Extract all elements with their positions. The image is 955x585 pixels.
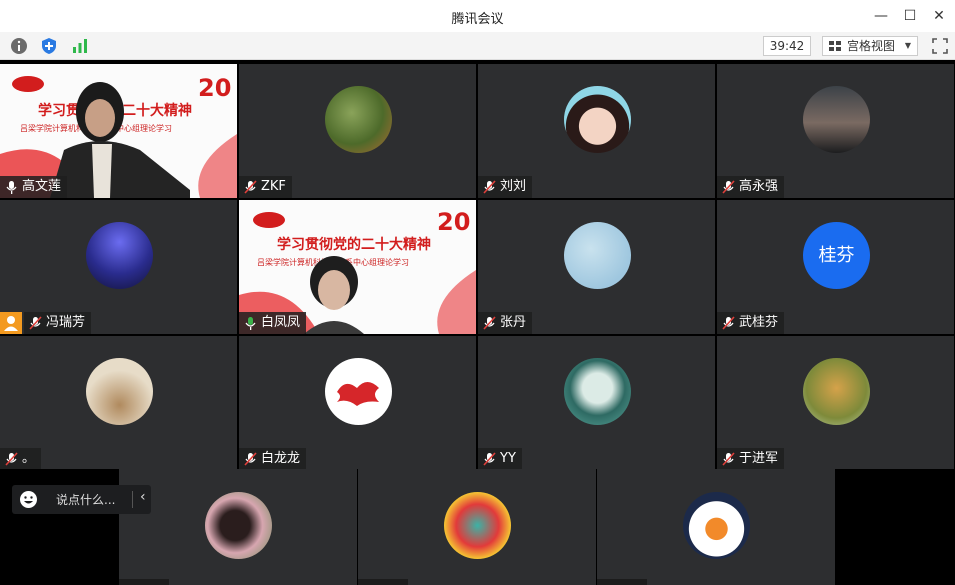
meeting-toolbar: 39:42 宫格视图 ▼	[0, 32, 955, 60]
video-tile[interactable]: 白龙龙	[239, 336, 476, 470]
close-button[interactable]: ✕	[929, 6, 949, 26]
participant-name-tag: 于进军	[717, 448, 785, 470]
microphone-muted-icon	[722, 180, 735, 194]
avatar	[564, 222, 631, 289]
view-mode-label: 宫格视图	[847, 39, 896, 53]
emoji-icon[interactable]	[19, 490, 38, 509]
participant-name-tag: 高永强	[717, 176, 785, 198]
video-tile[interactable]: 20 学习贯彻党的二十大精神 吕梁学院计算机科学技术系中心组理论学习 高文莲	[0, 64, 237, 198]
avatar	[803, 86, 870, 153]
view-mode-dropdown[interactable]: 宫格视图 ▼	[822, 36, 918, 56]
participant-name-tag: 高文莲	[0, 176, 68, 198]
security-shield-icon[interactable]	[40, 37, 58, 55]
microphone-active-icon	[245, 317, 256, 330]
host-badge	[0, 312, 22, 334]
signal-strength-icon[interactable]	[71, 37, 89, 55]
maximize-button[interactable]: ☐	[900, 6, 920, 26]
participant-name-tag: 白龙龙	[239, 448, 307, 470]
divider	[132, 491, 133, 508]
red-dragon-icon	[337, 382, 379, 406]
microphone-icon	[6, 181, 17, 194]
avatar	[86, 222, 153, 289]
video-tile[interactable]: ZKF	[239, 64, 476, 198]
avatar	[205, 492, 272, 559]
chevron-down-icon: ▼	[904, 41, 911, 50]
user-icon	[4, 316, 18, 331]
video-tile[interactable]: 刘刘	[478, 64, 715, 198]
microphone-muted-icon	[29, 316, 42, 330]
participant-name-tag	[119, 579, 169, 585]
video-grid: 20 学习贯彻党的二十大精神 吕梁学院计算机科学技术系中心组理论学习 高文莲	[0, 64, 955, 470]
slide-title: 学习贯彻党的二十大精神	[277, 237, 431, 253]
svg-text:20: 20	[198, 74, 231, 102]
video-tile[interactable]: 冯瑞芳	[0, 200, 237, 334]
video-tile-active-speaker[interactable]: 20 学习贯彻党的二十大精神 吕梁学院计算机科学技术系中心组理论学习 白凤凤	[239, 200, 476, 334]
grid-view-icon	[829, 41, 841, 51]
avatar	[803, 358, 870, 425]
avatar	[564, 358, 631, 425]
microphone-muted-icon	[5, 452, 18, 466]
participant-name-tag: 武桂芬	[717, 312, 785, 334]
avatar	[444, 492, 511, 559]
avatar	[683, 492, 750, 559]
video-tile[interactable]	[358, 469, 596, 585]
participant-name-tag: ZKF	[239, 176, 292, 198]
chat-input[interactable]: 说点什么...	[56, 491, 115, 508]
participant-name-tag: 白凤凤	[239, 312, 307, 334]
participant-name-tag: 刘刘	[478, 176, 533, 198]
video-tile[interactable]	[597, 469, 835, 585]
meeting-timer: 39:42	[763, 36, 811, 56]
avatar-initials: 桂芬	[803, 222, 870, 289]
avatar	[325, 86, 392, 153]
participant-name-tag: 。	[0, 448, 42, 470]
microphone-muted-icon	[483, 316, 496, 330]
microphone-muted-icon	[722, 452, 735, 466]
participant-name-tag: 冯瑞芳	[24, 312, 92, 334]
participant-name-tag: 张丹	[478, 312, 533, 334]
avatar	[564, 86, 631, 153]
avatar	[86, 358, 153, 425]
microphone-muted-icon	[244, 452, 257, 466]
avatar	[325, 358, 392, 425]
video-tile[interactable]: YY	[478, 336, 715, 470]
microphone-muted-icon	[483, 452, 496, 466]
microphone-muted-icon	[722, 316, 735, 330]
svg-text:20: 20	[437, 208, 470, 236]
title-bar: 腾讯会议 — ☐ ✕	[0, 0, 955, 32]
video-tile[interactable]: 张丹	[478, 200, 715, 334]
fullscreen-icon[interactable]	[931, 37, 949, 55]
microphone-muted-icon	[244, 180, 257, 194]
participant-name-tag	[358, 579, 408, 585]
video-tile[interactable]: 桂芬 武桂芬	[717, 200, 954, 334]
minimize-button[interactable]: —	[871, 6, 891, 26]
chat-input-bar[interactable]: 说点什么... ‹	[12, 485, 151, 514]
participant-name-tag	[597, 579, 647, 585]
video-tile[interactable]: 。	[0, 336, 237, 470]
window-title: 腾讯会议	[451, 12, 504, 27]
collapse-chevron-icon[interactable]: ‹	[140, 489, 146, 505]
video-tile[interactable]	[119, 469, 357, 585]
info-icon[interactable]	[10, 37, 28, 55]
participant-name-tag: YY	[478, 448, 522, 470]
video-tile[interactable]: 于进军	[717, 336, 954, 470]
video-tile[interactable]: 高永强	[717, 64, 954, 198]
microphone-muted-icon	[483, 180, 496, 194]
